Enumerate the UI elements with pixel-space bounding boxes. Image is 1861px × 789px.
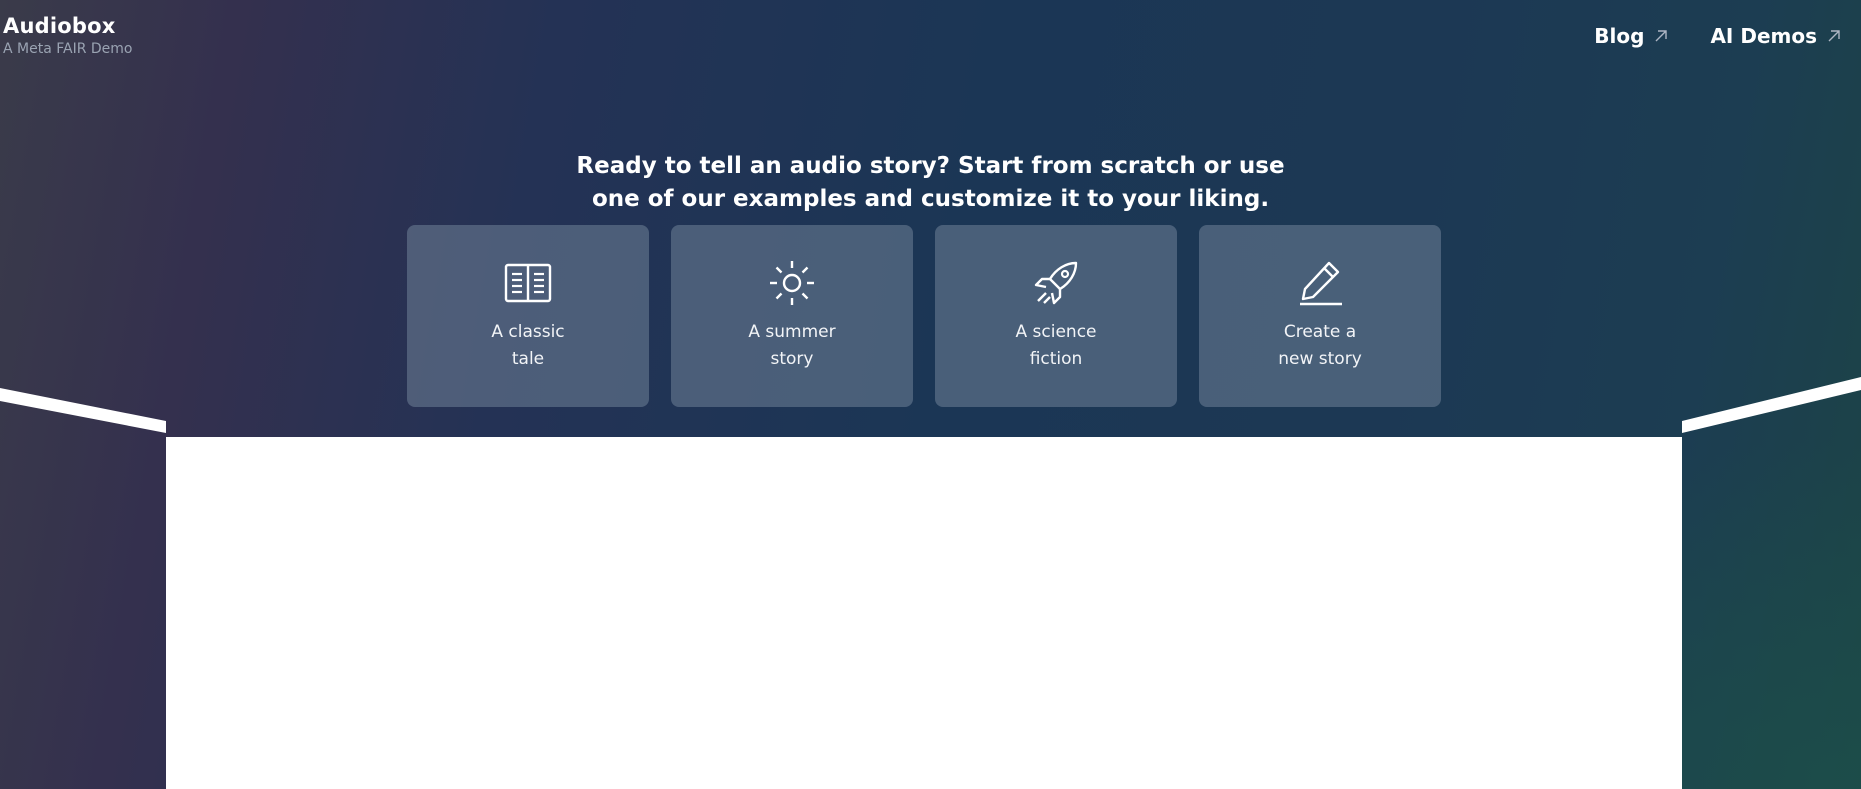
right-stripe xyxy=(1682,377,1861,433)
external-arrow-icon xyxy=(1828,30,1840,42)
brand[interactable]: Audiobox A Meta FAIR Demo xyxy=(3,12,133,58)
story-stage xyxy=(166,437,1682,789)
card-label-line-1: A classic xyxy=(491,322,565,342)
ai-demos-link-label: AI Demos xyxy=(1710,24,1817,48)
top-nav: Blog AI Demos xyxy=(1594,24,1841,48)
card-label: A classic tale xyxy=(428,319,628,373)
headline: Ready to tell an audio story? Start from… xyxy=(0,150,1861,216)
rocket-icon xyxy=(1031,258,1081,308)
card-label: Create a new story xyxy=(1220,319,1420,373)
card-label-line-2: new story xyxy=(1278,349,1362,369)
card-label-line-2: story xyxy=(770,349,814,369)
ai-demos-link[interactable]: AI Demos xyxy=(1710,24,1841,48)
pencil-icon xyxy=(1295,258,1345,308)
brand-subtitle: A Meta FAIR Demo xyxy=(3,41,133,57)
card-label-line-1: Create a xyxy=(1283,322,1357,342)
external-arrow-icon xyxy=(1655,30,1668,42)
science-fiction-card[interactable]: A science fiction xyxy=(935,225,1177,407)
classic-tale-card[interactable]: A classic tale xyxy=(407,225,649,407)
card-label: A summer story xyxy=(692,319,892,373)
card-label-line-2: tale xyxy=(511,349,545,369)
summer-story-card[interactable]: A summer story xyxy=(671,225,913,407)
headline-line-2: one of our examples and customize it to … xyxy=(591,186,1270,212)
blog-link[interactable]: Blog xyxy=(1594,24,1668,48)
card-label-line-1: A summer xyxy=(748,322,836,342)
blog-link-label: Blog xyxy=(1594,24,1645,48)
story-cards: A classic tale A summer story A science … xyxy=(407,225,1441,407)
brand-title: Audiobox xyxy=(3,14,116,38)
headline-line-1: Ready to tell an audio story? Start from… xyxy=(576,153,1285,179)
card-label: A science fiction xyxy=(956,319,1156,373)
book-icon xyxy=(503,258,553,308)
card-label-line-1: A science xyxy=(1015,322,1097,342)
card-label-line-2: fiction xyxy=(1029,349,1083,369)
left-stripe xyxy=(0,388,166,433)
create-new-story-card[interactable]: Create a new story xyxy=(1199,225,1441,407)
sun-icon xyxy=(767,258,817,308)
